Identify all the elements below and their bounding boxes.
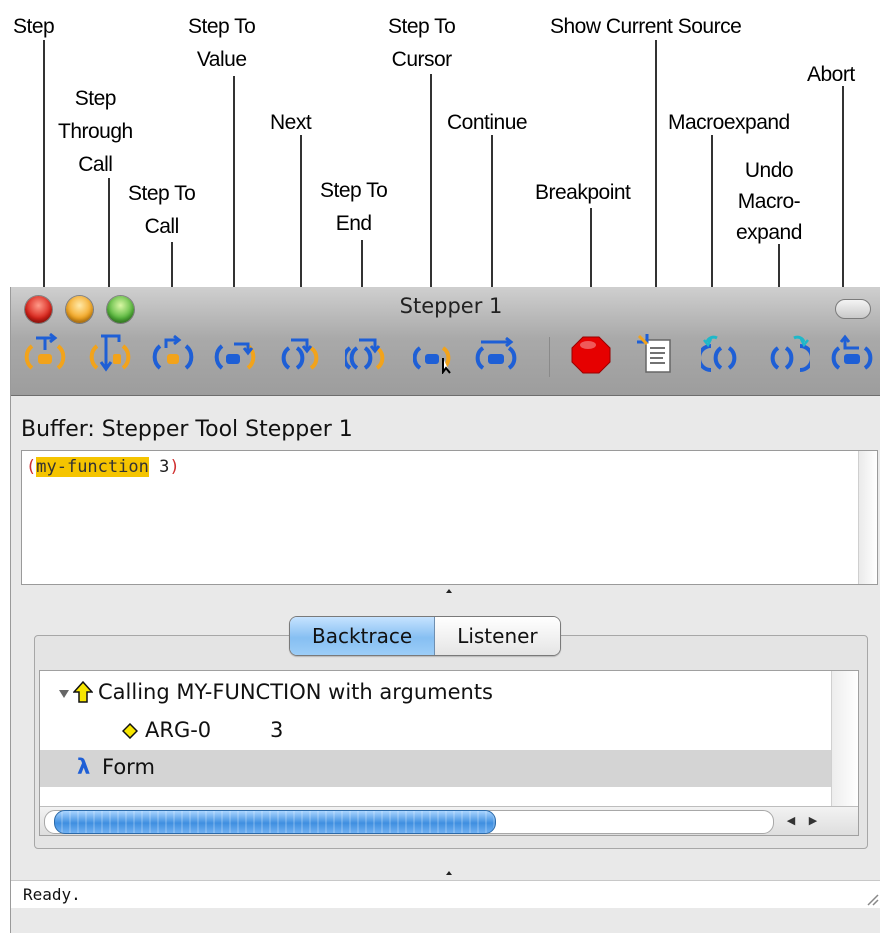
arg-value: 3: [270, 718, 284, 742]
step-to-cursor-button[interactable]: [413, 332, 455, 374]
callout-step-through-call-text: Step Through Call: [58, 87, 133, 176]
step-to-cursor-icon: [413, 346, 451, 374]
status-text: Ready.: [23, 885, 81, 904]
breakpoint-icon: [571, 336, 611, 374]
code-close-paren: ): [169, 457, 180, 477]
pane-splitter-top[interactable]: [445, 587, 453, 595]
continue-button[interactable]: [475, 332, 517, 374]
zoom-button[interactable]: [107, 296, 134, 323]
step-through-call-button[interactable]: [89, 332, 131, 374]
arg-name: ARG-0: [145, 718, 212, 742]
toolbar-toggle-button[interactable]: [835, 299, 871, 319]
show-current-source-icon: [637, 334, 671, 373]
code-function-highlight: my-function: [36, 457, 149, 477]
scroll-right-arrow-icon[interactable]: ▶: [804, 811, 822, 831]
scroll-left-arrow-icon[interactable]: ◀: [782, 811, 800, 831]
step-through-call-icon: [89, 334, 131, 372]
minimize-button[interactable]: [66, 296, 93, 323]
backtrace-tree: Calling MY-FUNCTION with arguments ARG-0…: [39, 670, 859, 836]
undo-macroexpand-icon: [770, 335, 810, 372]
code-argument: 3: [148, 457, 170, 477]
resize-grip-icon[interactable]: [863, 890, 879, 906]
disclosure-triangle-icon[interactable]: [58, 688, 70, 700]
show-current-source-button[interactable]: [635, 332, 677, 374]
undo-macroexpand-button[interactable]: [768, 332, 810, 374]
callout-step: Step: [13, 15, 55, 38]
step-button[interactable]: [24, 332, 66, 374]
callout-next: Next: [270, 111, 312, 134]
step-to-value-icon: [214, 342, 256, 370]
window-titlebar[interactable]: Stepper 1: [11, 287, 880, 396]
macroexpand-button[interactable]: [701, 332, 743, 374]
source-editor[interactable]: (my-function 3): [21, 450, 878, 585]
step-icon: [24, 332, 66, 370]
callout-continue: Continue: [447, 111, 528, 134]
callout-step-to-value: Step To Value: [188, 10, 256, 76]
callout-macroexpand: Macroexpand: [668, 111, 790, 134]
tab-backtrace[interactable]: Backtrace: [290, 617, 436, 655]
frame-text: Calling MY-FUNCTION with arguments: [98, 680, 494, 704]
lambda-icon: λ: [77, 755, 91, 779]
tab-listener[interactable]: Listener: [435, 617, 560, 655]
close-button[interactable]: [25, 296, 52, 323]
backtrace-frame-row[interactable]: Calling MY-FUNCTION with arguments: [40, 675, 831, 712]
callout-step-to-value-text: Step To Value: [188, 15, 256, 71]
callout-step-through-call: Step Through Call: [58, 82, 133, 181]
macroexpand-icon: [701, 335, 737, 372]
abort-icon: [831, 334, 873, 370]
tree-vertical-scrollbar[interactable]: [831, 671, 858, 807]
argument-diamond-icon: [122, 723, 138, 739]
backtrace-form-row[interactable]: λ Form: [40, 750, 831, 787]
continue-icon: [475, 336, 517, 370]
code-open-paren: (: [26, 457, 37, 477]
callout-step-to-call: Step To Call: [128, 177, 196, 243]
calling-arrow-icon: [73, 681, 93, 703]
step-to-call-button[interactable]: [152, 332, 194, 374]
form-label: Form: [102, 755, 155, 779]
editor-scrollbar[interactable]: [858, 451, 877, 584]
callout-step-to-cursor: Step To Cursor: [388, 10, 456, 76]
callout-undo-macroexpand: Undo Macro- expand: [736, 155, 802, 248]
backtrace-arg-row[interactable]: ARG-0 3: [40, 713, 831, 750]
tree-horizontal-scrollbar[interactable]: ◀ ▶: [40, 806, 858, 835]
abort-button[interactable]: [831, 332, 873, 374]
buffer-label: Buffer: Stepper Tool Stepper 1: [21, 417, 353, 442]
hscroll-thumb[interactable]: [54, 810, 496, 834]
window-title: Stepper 1: [399, 294, 503, 318]
pane-splitter-bottom[interactable]: [445, 869, 453, 877]
status-bar: Ready.: [11, 880, 880, 908]
callout-step-to-end-text: Step To End: [320, 179, 388, 235]
breakpoint-button[interactable]: [570, 332, 612, 374]
step-to-end-icon: [345, 338, 385, 370]
callout-breakpoint: Breakpoint: [535, 181, 631, 204]
callout-step-to-call-text: Step To Call: [128, 182, 196, 238]
callout-undo-macroexpand-text: Undo Macro- expand: [736, 159, 802, 244]
toolbar-separator: [549, 337, 550, 377]
callout-step-to-cursor-text: Step To Cursor: [388, 15, 456, 71]
step-to-call-icon: [152, 334, 194, 370]
callout-abort: Abort: [807, 63, 855, 86]
stepper-window: Stepper 1 Buffer: Stepper Tool Stepper 1…: [10, 287, 880, 933]
next-icon: [281, 338, 319, 370]
step-to-value-button[interactable]: [214, 332, 256, 374]
callout-step-to-end: Step To End: [320, 174, 388, 240]
step-to-end-button[interactable]: [345, 332, 387, 374]
callout-show-current-source: Show Current Source: [550, 15, 742, 38]
source-code: (my-function 3): [26, 457, 180, 477]
next-button[interactable]: [281, 332, 323, 374]
tab-bar: Backtrace Listener: [289, 616, 561, 656]
